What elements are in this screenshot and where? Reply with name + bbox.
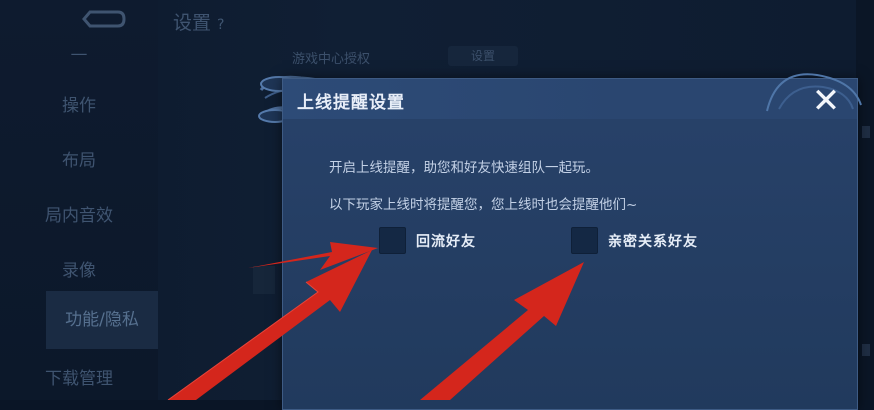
close-button[interactable]: ✕ (803, 81, 849, 121)
help-icon[interactable]: ? (217, 17, 224, 33)
right-edge-panel (856, 0, 874, 400)
page-title-text: 设置 (173, 12, 212, 34)
page-title: 设置? (173, 8, 224, 35)
sidebar-item-operation[interactable]: 操作 (0, 91, 158, 116)
description-line-2: 以下玩家上线时将提醒您，您上线时也会提醒他们~ (329, 197, 638, 213)
sidebar-item-partial[interactable]: — (0, 44, 158, 64)
sidebar-item-replay[interactable]: 录像 (0, 256, 158, 281)
close-icon: ✕ (811, 81, 841, 121)
dialog-title: 上线提醒设置 (297, 93, 405, 113)
game-center-auth-button[interactable]: 设置 (448, 46, 518, 66)
sidebar-item-downloads[interactable]: 下载管理 (0, 364, 158, 389)
sidebar-item-function-privacy[interactable]: 功能/隐私 (46, 291, 158, 349)
scroll-marker (862, 344, 870, 356)
option-label: 亲密关系好友 (608, 233, 698, 250)
back-icon[interactable] (80, 8, 128, 30)
sidebar-item-ingame-audio[interactable]: 局内音效 (0, 201, 158, 226)
option-label: 回流好友 (416, 233, 476, 250)
collapse-handle[interactable] (253, 266, 275, 294)
description-line-1: 开启上线提醒，助您和好友快速组队一起玩。 (329, 160, 599, 176)
option-intimate-friends[interactable]: 亲密关系好友 (571, 227, 698, 254)
online-reminder-dialog: 上线提醒设置 ✕ 开启上线提醒，助您和好友快速组队一起玩。 以下玩家上线时将提醒… (282, 73, 862, 410)
sidebar-item-layout[interactable]: 布局 (0, 146, 158, 171)
game-center-auth-label: 游戏中心授权 (292, 52, 371, 67)
scroll-marker (862, 126, 870, 138)
settings-sidebar: — 操作 布局 局内音效 录像 功能/隐私 下载管理 (0, 0, 158, 400)
option-returning-friends[interactable]: 回流好友 (379, 227, 476, 254)
checkbox-returning-friends[interactable] (379, 227, 406, 254)
checkbox-intimate-friends[interactable] (571, 227, 598, 254)
